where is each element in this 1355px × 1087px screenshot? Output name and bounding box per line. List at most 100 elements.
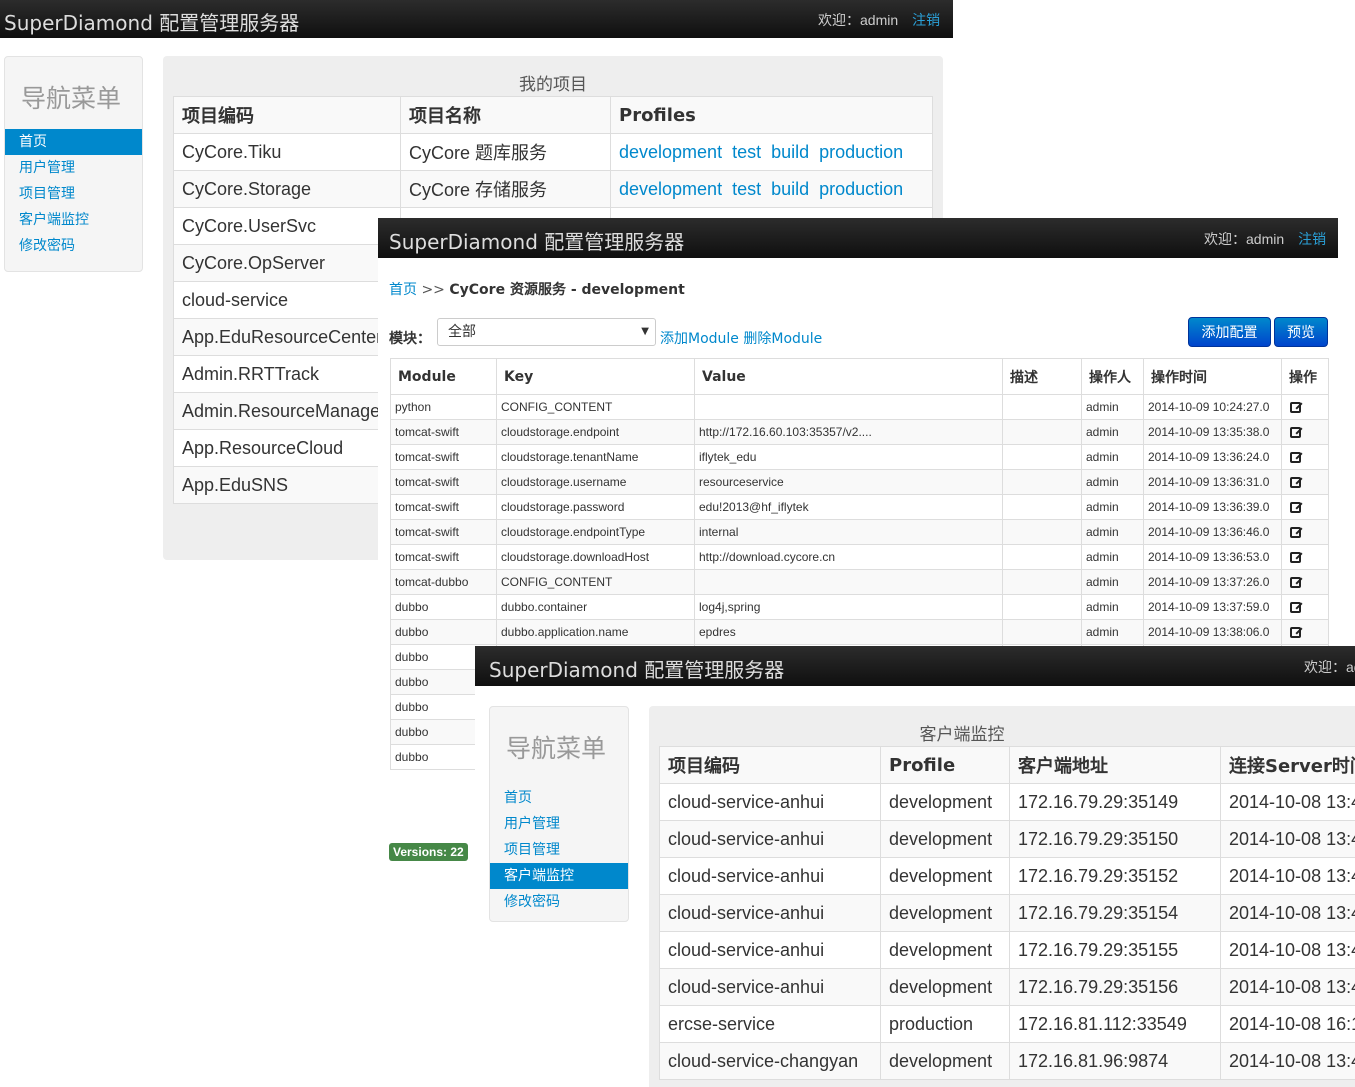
col-project-code: 项目编码 <box>659 746 881 784</box>
welcome-label: 欢迎： <box>1204 231 1246 247</box>
operator-cell: admin <box>1081 594 1144 620</box>
profile-link[interactable]: test <box>732 179 761 199</box>
project-code-cell: cloud-service-anhui <box>659 820 881 858</box>
table-row: cloud-service-anhui development 172.16.79.… <box>659 820 1355 858</box>
op-time-cell: 2014-10-09 13:36:53.0 <box>1143 544 1282 570</box>
project-code-cell: CyCore.Tiku <box>173 133 401 171</box>
add-config-button[interactable]: 添加配置 <box>1188 317 1271 347</box>
profile-link[interactable]: build <box>771 142 809 162</box>
module-cell: tomcat-swift <box>390 469 497 495</box>
profile-cell: development <box>880 968 1010 1006</box>
profile-link[interactable]: build <box>771 179 809 199</box>
brand-suffix: 配置管理服务器 <box>644 658 785 682</box>
table-row: cloud-service-anhui development 172.16.79.… <box>659 857 1355 895</box>
client-address-cell: 172.16.81.96:9874 <box>1009 1042 1221 1080</box>
profile-link[interactable]: test <box>732 142 761 162</box>
table-row: CyCore.Storage CyCore 存储服务 development test… <box>173 170 933 208</box>
module-select[interactable]: 全部 ▼ <box>437 318 656 346</box>
breadcrumb-home[interactable]: 首页 <box>389 282 417 298</box>
nav-item-projects[interactable]: 项目管理 <box>490 837 628 863</box>
edit-icon[interactable] <box>1290 552 1301 564</box>
profile-cell: development <box>880 931 1010 969</box>
nav-item-home[interactable]: 首页 <box>490 785 628 811</box>
nav-item-projects[interactable]: 项目管理 <box>5 181 142 207</box>
table-row: CyCore.Tiku CyCore 题库服务 development test bui… <box>173 133 933 171</box>
logout-link[interactable]: 注销 <box>1298 231 1326 247</box>
connect-time-cell: 2014-10-08 13:4 <box>1220 931 1355 969</box>
window-monitor: SuperDiamond 配置管理服务器 欢迎：admin 导航菜单 首页 用户… <box>475 646 1355 1087</box>
nav-item-client-monitor[interactable]: 客户端监控 <box>5 207 142 233</box>
table-row: cloud-service-anhui development 172.16.79.… <box>659 931 1355 969</box>
brand-title[interactable]: SuperDiamond 配置管理服务器 <box>4 7 299 36</box>
preview-button[interactable]: 预览 <box>1274 317 1328 347</box>
nav-item-change-password[interactable]: 修改密码 <box>5 233 142 259</box>
table-row: tomcat-swift cloudstorage.endpointType int… <box>390 519 1329 545</box>
profile-cell: development <box>880 1042 1010 1080</box>
value-cell: resourceservice <box>694 469 1003 495</box>
description-cell <box>1002 519 1082 545</box>
edit-icon[interactable] <box>1290 452 1301 464</box>
nav-item-users[interactable]: 用户管理 <box>5 155 142 181</box>
delete-module-link[interactable]: 删除Module <box>743 331 822 347</box>
profile-link[interactable]: production <box>819 142 903 162</box>
connect-time-cell: 2014-10-08 13:4 <box>1220 894 1355 932</box>
nav-item-change-password[interactable]: 修改密码 <box>490 889 628 915</box>
description-cell <box>1002 469 1082 495</box>
project-name-cell: CyCore 题库服务 <box>400 133 611 171</box>
edit-icon[interactable] <box>1290 577 1301 589</box>
connect-time-cell: 2014-10-08 13:4 <box>1220 968 1355 1006</box>
projects-caption: 我的项目 <box>519 75 587 95</box>
edit-icon[interactable] <box>1290 402 1301 414</box>
col-client-address: 客户端地址 <box>1009 746 1221 784</box>
edit-icon[interactable] <box>1290 627 1301 639</box>
brand-name: SuperDiamond <box>489 658 638 682</box>
nav-item-users[interactable]: 用户管理 <box>490 811 628 837</box>
module-cell: python <box>390 394 497 420</box>
op-time-cell: 2014-10-09 10:24:27.0 <box>1143 394 1282 420</box>
op-time-cell: 2014-10-09 13:37:59.0 <box>1143 594 1282 620</box>
profile-link[interactable]: production <box>819 179 903 199</box>
brand-title[interactable]: SuperDiamond 配置管理服务器 <box>489 654 784 683</box>
col-key: Key <box>496 358 695 395</box>
project-code-cell: cloud-service-anhui <box>659 968 881 1006</box>
edit-icon[interactable] <box>1290 527 1301 539</box>
nav-item-client-monitor[interactable]: 客户端监控 <box>490 863 628 889</box>
actions-cell <box>1281 544 1329 570</box>
key-cell: cloudstorage.password <box>496 494 695 520</box>
user-area: 欢迎：admin <box>1304 657 1355 677</box>
edit-icon[interactable] <box>1290 477 1301 489</box>
op-time-cell: 2014-10-09 13:38:06.0 <box>1143 619 1282 645</box>
table-row: tomcat-swift cloudstorage.downloadHost htt… <box>390 544 1329 570</box>
op-time-cell: 2014-10-09 13:36:46.0 <box>1143 519 1282 545</box>
module-cell: dubbo <box>390 619 497 645</box>
operator-cell: admin <box>1081 519 1144 545</box>
edit-icon[interactable] <box>1290 427 1301 439</box>
client-address-cell: 172.16.81.112:33549 <box>1009 1005 1221 1043</box>
client-address-cell: 172.16.79.29:35149 <box>1009 783 1221 821</box>
table-row: cloud-service-anhui development 172.16.79.… <box>659 783 1355 821</box>
connect-time-cell: 2014-10-08 16:1 <box>1220 1005 1355 1043</box>
top-navbar: SuperDiamond 配置管理服务器 欢迎：admin <box>475 646 1355 686</box>
edit-icon[interactable] <box>1290 602 1301 614</box>
sidebar-nav: 导航菜单 首页 用户管理 项目管理 客户端监控 修改密码 <box>4 56 143 272</box>
breadcrumb-current: CyCore 资源服务 - development <box>449 282 685 298</box>
profile-cell: production <box>880 1005 1010 1043</box>
edit-icon[interactable] <box>1290 502 1301 514</box>
add-module-link[interactable]: 添加Module <box>660 331 739 347</box>
breadcrumb-separator: >> <box>421 282 445 298</box>
project-code-cell: cloud-service <box>173 281 401 319</box>
profile-link[interactable]: development <box>619 179 722 199</box>
monitor-table-wrap: 项目编码 Profile 客户端地址 连接Server时间 cloud-serv… <box>659 746 1355 1087</box>
actions-cell <box>1281 469 1329 495</box>
nav-item-home[interactable]: 首页 <box>5 129 142 155</box>
profile-link[interactable]: development <box>619 142 722 162</box>
key-cell: cloudstorage.tenantName <box>496 444 695 470</box>
logout-link[interactable]: 注销 <box>912 12 940 28</box>
brand-title[interactable]: SuperDiamond 配置管理服务器 <box>389 226 684 255</box>
project-code-cell: CyCore.UserSvc <box>173 207 401 245</box>
nav-title: 导航菜单 <box>506 734 607 763</box>
actions-cell <box>1281 444 1329 470</box>
project-code-cell: cloud-service-anhui <box>659 783 881 821</box>
client-address-cell: 172.16.79.29:35150 <box>1009 820 1221 858</box>
description-cell <box>1002 494 1082 520</box>
